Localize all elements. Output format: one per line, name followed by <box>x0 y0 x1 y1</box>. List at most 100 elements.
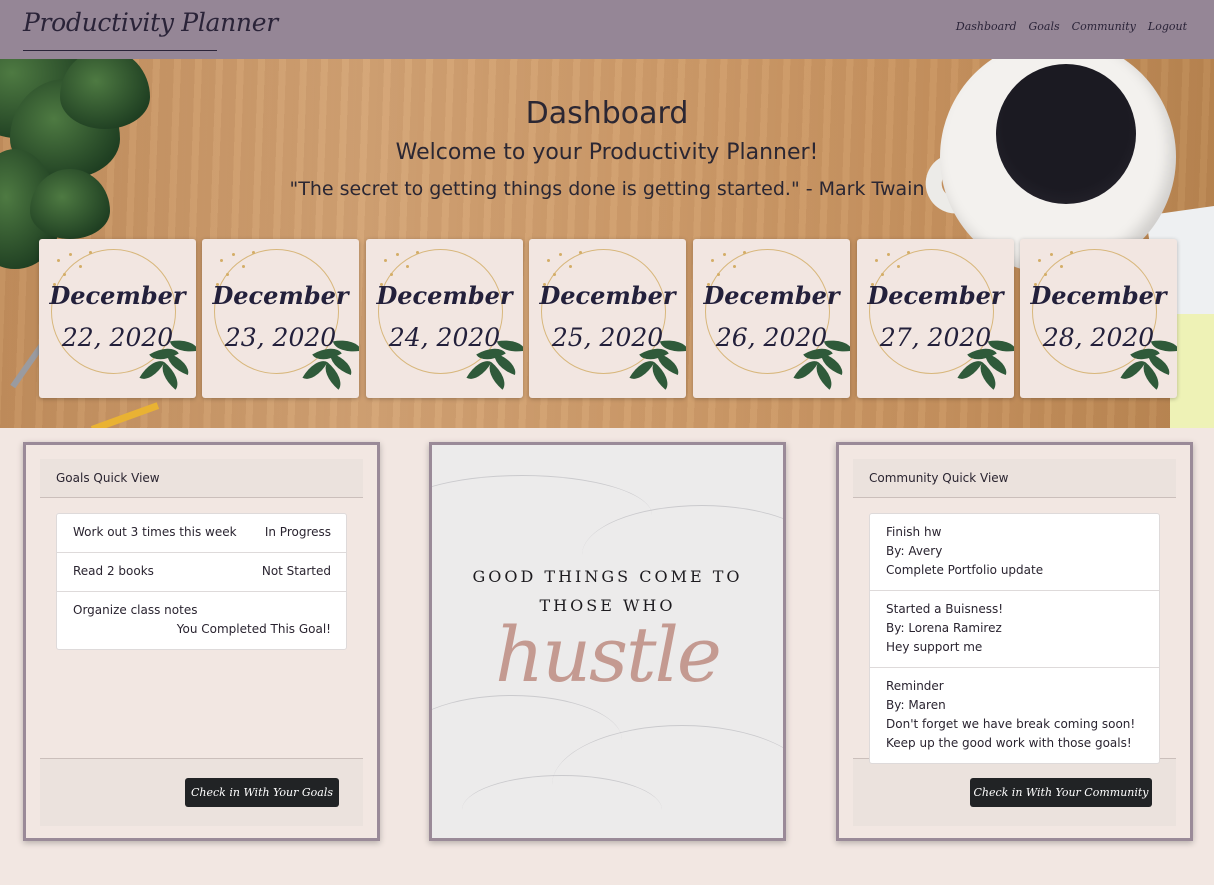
gold-speck <box>79 265 82 268</box>
nav-link-community[interactable]: Community <box>1072 20 1136 33</box>
goals-list: Work out 3 times this week In Progress R… <box>56 513 347 650</box>
gold-speck <box>559 253 562 256</box>
gold-speck <box>232 253 235 256</box>
hustle-script: hustle <box>495 610 722 699</box>
welcome-text: Welcome to your Productivity Planner! <box>395 140 819 165</box>
nav-links: Dashboard Goals Community Logout <box>956 20 1187 33</box>
gold-speck <box>717 273 720 276</box>
gold-speck <box>723 253 726 256</box>
gold-speck <box>390 273 393 276</box>
community-post[interactable]: Started a Buisness! By: Lorena Ramirez H… <box>870 591 1159 668</box>
gold-speck <box>252 251 255 254</box>
community-post[interactable]: Finish hw By: Avery Complete Portfolio u… <box>870 514 1159 591</box>
date-month: December <box>376 281 513 310</box>
goal-text: Work out 3 times this week <box>73 525 237 539</box>
nav-link-logout[interactable]: Logout <box>1148 20 1187 33</box>
post-title: Reminder <box>886 679 944 693</box>
community-list: Finish hw By: Avery Complete Portfolio u… <box>869 513 1160 764</box>
date-card[interactable]: December 27, 2020 <box>857 239 1014 398</box>
check-goals-button[interactable]: Check in With Your Goals <box>185 778 339 807</box>
gold-speck <box>733 265 736 268</box>
date-day: 23, 2020 <box>224 323 337 352</box>
post-body: Complete Portfolio update <box>886 563 1044 577</box>
gold-speck <box>1060 265 1063 268</box>
gold-speck <box>711 259 714 262</box>
date-card[interactable]: December 25, 2020 <box>529 239 686 398</box>
goal-status: You Completed This Goal! <box>176 622 331 636</box>
goal-item[interactable]: Organize class notes You Completed This … <box>57 592 346 649</box>
brand-underline <box>23 50 217 51</box>
gold-speck <box>242 265 245 268</box>
gold-speck <box>1070 251 1073 254</box>
gold-speck <box>1044 273 1047 276</box>
post-author: By: Lorena Ramirez <box>886 621 1002 635</box>
quote-text: "The secret to getting things done is ge… <box>289 178 925 200</box>
date-card[interactable]: December 22, 2020 <box>39 239 196 398</box>
goals-footer: Check in With Your Goals <box>40 758 363 826</box>
nav-link-dashboard[interactable]: Dashboard <box>956 20 1017 33</box>
gold-speck <box>887 253 890 256</box>
gold-speck <box>569 265 572 268</box>
date-card[interactable]: December 23, 2020 <box>202 239 359 398</box>
gold-speck <box>226 273 229 276</box>
date-day: 24, 2020 <box>388 323 501 352</box>
goal-item[interactable]: Work out 3 times this week In Progress <box>57 514 346 553</box>
date-day: 27, 2020 <box>879 323 992 352</box>
gold-speck <box>220 259 223 262</box>
date-day: 28, 2020 <box>1042 323 1155 352</box>
check-community-button[interactable]: Check in With Your Community <box>970 778 1152 807</box>
community-header-title: Community Quick View <box>869 471 1009 485</box>
post-body: Hey support me <box>886 640 983 654</box>
hero-banner: Dashboard Welcome to your Productivity P… <box>0 59 1214 428</box>
goals-header: Goals Quick View <box>40 459 363 498</box>
post-body: Keep up the good work with those goals! <box>886 736 1132 750</box>
gold-speck <box>384 259 387 262</box>
goal-text: Organize class notes <box>73 603 198 617</box>
gold-speck <box>553 273 556 276</box>
goal-status: In Progress <box>264 525 331 539</box>
post-title: Finish hw <box>886 525 942 539</box>
pencil <box>90 402 160 428</box>
post-body: Don't forget we have break coming soon! <box>886 717 1136 731</box>
gold-speck <box>1038 259 1041 262</box>
brand-logo[interactable]: Productivity Planner <box>23 8 278 37</box>
date-card[interactable]: December 28, 2020 <box>1020 239 1177 398</box>
gold-speck <box>875 259 878 262</box>
navbar: Productivity Planner Dashboard Goals Com… <box>0 0 1214 59</box>
date-month: December <box>539 281 676 310</box>
gold-speck <box>63 273 66 276</box>
community-post[interactable]: Reminder By: Maren Don't forget we have … <box>870 668 1159 763</box>
date-card[interactable]: December 26, 2020 <box>693 239 850 398</box>
date-card[interactable]: December 24, 2020 <box>366 239 523 398</box>
post-author: By: Maren <box>886 698 946 712</box>
gold-speck <box>881 273 884 276</box>
goals-header-title: Goals Quick View <box>56 471 160 485</box>
date-month: December <box>49 281 186 310</box>
gold-speck <box>547 259 550 262</box>
date-month: December <box>703 281 840 310</box>
gold-speck <box>396 253 399 256</box>
gold-speck <box>416 251 419 254</box>
goal-status: Not Started <box>261 564 331 578</box>
post-author: By: Avery <box>886 544 943 558</box>
community-header: Community Quick View <box>853 459 1176 498</box>
page-title: Dashboard <box>525 96 689 131</box>
quote-line-1: GOOD THINGS COME TO <box>472 567 743 586</box>
goal-item[interactable]: Read 2 books Not Started <box>57 553 346 592</box>
date-month: December <box>1030 281 1167 310</box>
gold-speck <box>907 251 910 254</box>
date-day: 25, 2020 <box>551 323 664 352</box>
community-footer: Check in With Your Community <box>853 758 1176 826</box>
gold-speck <box>743 251 746 254</box>
gold-speck <box>897 265 900 268</box>
nav-link-goals[interactable]: Goals <box>1029 20 1060 33</box>
date-day: 22, 2020 <box>61 323 174 352</box>
gold-speck <box>406 265 409 268</box>
gold-speck <box>69 253 72 256</box>
gold-speck <box>57 259 60 262</box>
date-month: December <box>867 281 1004 310</box>
goal-text: Read 2 books <box>73 564 154 578</box>
post-title: Started a Buisness! <box>886 602 1004 616</box>
gold-speck <box>89 251 92 254</box>
date-day: 26, 2020 <box>715 323 828 352</box>
